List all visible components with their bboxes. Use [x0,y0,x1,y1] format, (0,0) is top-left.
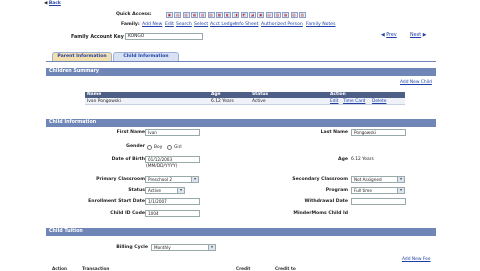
quick-access-icon-9[interactable]: ◨ [232,12,240,18]
quick-access-icon-13[interactable]: ▤ [265,12,273,18]
tab-child-information[interactable]: Child Information [113,52,179,61]
tabs-divider [46,61,436,62]
quick-access-icon-1[interactable]: ▣ [166,12,173,18]
row-age: 6.12 Years [211,99,234,104]
tab-parent-information[interactable]: Parent Information [52,52,112,61]
first-name-label: First Name [116,130,145,135]
status-select[interactable]: Active ▾ [145,187,185,194]
quick-access-icon-15[interactable]: ▦ [282,12,290,18]
primary-classroom-select[interactable]: Preschool 2 ▾ [145,176,199,183]
tuition-col-credit-to: Credit to [275,266,296,271]
quick-access-icon-5[interactable]: ▧ [199,12,207,18]
enrollment-start-input[interactable]: 1/1/2007 [145,198,200,205]
quick-access-icon-6[interactable]: ▨ [207,12,215,18]
family-select-link[interactable]: Select [194,22,208,27]
family-edit-link[interactable]: Edit [165,22,174,27]
child-tuition-header: Child Tuition [46,228,436,236]
withdrawal-date-label: Withdrawal Date [304,199,348,204]
withdrawal-date-input[interactable] [351,198,406,205]
next-button[interactable]: Next ▶ [410,33,426,38]
next-icon: ▶ [422,33,427,38]
status-label: Status [128,188,145,193]
enrollment-start-label: Enrollment Start Date [88,199,145,204]
quick-access-icon-10[interactable]: ◩ [240,12,248,18]
program-value: Full time [354,188,372,193]
tuition-col-action: Action [52,266,68,271]
prev-icon: ◀ [381,33,385,38]
tuition-col-credit: Credit [236,266,251,271]
gender-girl-radio[interactable] [167,145,172,150]
children-summary-header: Children Summary [46,68,436,76]
quick-access-icon-14[interactable]: ▥ [273,12,281,18]
dob-input[interactable]: 01/12/2003 [145,156,200,163]
family-account-key-input[interactable]: KONGO [125,33,203,40]
dob-label: Date of Birth [111,157,145,162]
delete-child-link[interactable]: Delete [372,99,386,105]
chevron-down-icon: ▾ [191,177,198,182]
prev-button[interactable]: ◀ Prev [381,33,397,38]
row-status: Active [252,99,266,104]
primary-classroom-value: Preschool 2 [148,177,173,182]
family-info-sheet-link[interactable]: Info Sheet [235,22,258,27]
quick-access-icon-17[interactable]: ▨ [298,12,306,18]
quick-access-icon-3[interactable]: ▥ [182,12,190,18]
secondary-classroom-select[interactable]: Not Assigned ▾ [351,176,405,183]
chevron-down-icon: ▾ [397,188,404,193]
prev-label: Prev [386,33,397,38]
row-name: Ivan Pongowski [87,99,121,104]
age-value: 6.12 Years [351,157,374,162]
time-card-link[interactable]: Time Card [343,99,365,105]
family-notes-link[interactable]: Family Notes [306,22,336,27]
family-account-key-label: Family Account Key [71,35,124,40]
gender-boy-radio[interactable] [147,145,152,150]
billing-cycle-label: Billing Cycle [116,245,148,250]
program-label: Program [325,188,348,193]
family-acct-ledger-link[interactable]: Acct Ledger [210,22,237,27]
child-id-code-input[interactable]: 1004 [145,210,200,217]
mindermoms-child-id-label: MinderMoms Child Id [293,211,348,216]
next-label: Next [410,33,422,38]
family-label: Family: [121,22,140,27]
top-prefix: ◀ [44,1,48,6]
program-select[interactable]: Full time ▾ [351,187,405,194]
secondary-classroom-value: Not Assigned [354,177,382,182]
child-information-header: Child Information [46,119,436,127]
quick-access-icon-4[interactable]: ▦ [190,12,198,18]
quick-access-label: Quick Access: [116,12,152,17]
quick-access-icon-11[interactable]: ◪ [249,12,256,18]
quick-access-icon-12[interactable]: ▣ [257,12,265,18]
quick-access-icon-16[interactable]: ▧ [290,12,298,18]
primary-classroom-label: Primary Classroom [96,177,145,182]
last-name-input[interactable]: Pongowski [351,129,406,136]
last-name-label: Last Name [320,130,348,135]
family-add-new-link[interactable]: Add New [142,22,162,27]
secondary-classroom-label: Secondary Classroom [292,177,348,182]
back-link[interactable]: Back [49,1,61,6]
gender-label: Gender [126,144,145,149]
first-name-input[interactable]: Ivan [145,129,200,136]
chevron-down-icon: ▾ [208,245,215,250]
edit-child-link[interactable]: Edit [330,99,339,105]
quick-access-icon-2[interactable]: ▤ [174,12,182,18]
status-value: Active [148,188,161,193]
dob-hint: (MM/DD/YYYY) [146,164,178,169]
add-new-child-link[interactable]: Add New Child [400,80,432,85]
gender-boy-text: Boy [154,145,163,150]
chevron-down-icon: ▾ [177,188,184,193]
chevron-down-icon: ▾ [397,177,404,182]
quick-access-icon-7[interactable]: ▩ [215,12,223,18]
tuition-col-transaction: Transaction [82,266,110,271]
child-id-code-label: Child ID Code [110,211,145,216]
add-new-fee-link[interactable]: Add New Fee [402,257,431,262]
gender-girl-text: Girl [174,145,182,150]
quick-access-icon-8[interactable]: ◧ [224,12,232,18]
family-search-link[interactable]: Search [176,22,192,27]
age-label: Age [338,157,348,162]
top-back-area: ◀ Back [44,1,61,6]
billing-cycle-value: Monthly [154,245,171,250]
family-authorized-person-link[interactable]: Authorized Person [261,22,303,27]
billing-cycle-select[interactable]: Monthly ▾ [151,244,216,251]
